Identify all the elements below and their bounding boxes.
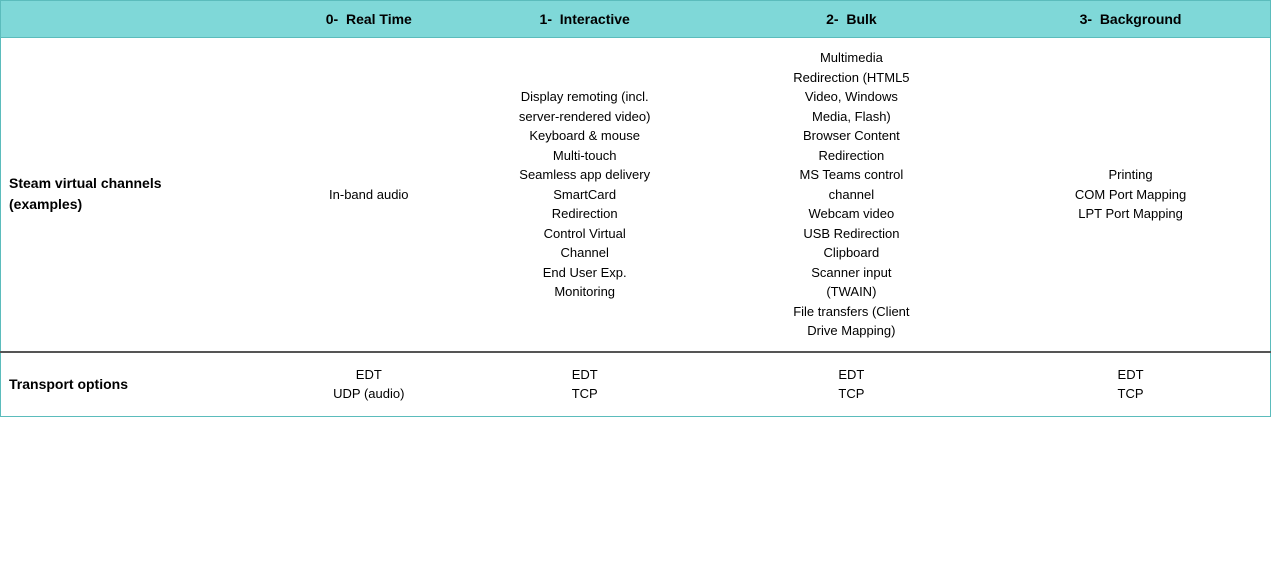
col1-num: 1- xyxy=(540,11,552,27)
virtual-channels-background: Printing COM Port Mapping LPT Port Mappi… xyxy=(991,38,1270,352)
transport-label: Transport options xyxy=(1,352,280,417)
col0-num: 0- xyxy=(326,11,338,27)
col1-label: Interactive xyxy=(560,11,630,27)
header-col-bulk: 2- Bulk xyxy=(712,1,991,38)
virtual-channels-realtime: In-band audio xyxy=(280,38,458,352)
header-col-label xyxy=(1,1,280,38)
col0-label: Real Time xyxy=(346,11,412,27)
col3-num: 3- xyxy=(1080,11,1092,27)
virtual-channels-label: Steam virtual channels(examples) xyxy=(1,38,280,352)
transport-row: Transport options EDT UDP (audio) EDT TC… xyxy=(1,352,1271,417)
virtual-channels-row: Steam virtual channels(examples) In-band… xyxy=(1,38,1271,352)
transport-interactive: EDT TCP xyxy=(458,352,712,417)
transport-realtime: EDT UDP (audio) xyxy=(280,352,458,417)
transport-bulk: EDT TCP xyxy=(712,352,991,417)
header-col-background: 3- Background xyxy=(991,1,1270,38)
main-table: 0- Real Time 1- Interactive 2- Bulk 3- B… xyxy=(0,0,1271,417)
header-col-interactive: 1- Interactive xyxy=(458,1,712,38)
transport-background: EDT TCP xyxy=(991,352,1270,417)
header-row: 0- Real Time 1- Interactive 2- Bulk 3- B… xyxy=(1,1,1271,38)
col2-label: Bulk xyxy=(846,11,876,27)
col2-num: 2- xyxy=(826,11,838,27)
col3-label: Background xyxy=(1100,11,1182,27)
virtual-channels-bulk: Multimedia Redirection (HTML5 Video, Win… xyxy=(712,38,991,352)
virtual-channels-interactive: Display remoting (incl. server-rendered … xyxy=(458,38,712,352)
header-col-realtime: 0- Real Time xyxy=(280,1,458,38)
